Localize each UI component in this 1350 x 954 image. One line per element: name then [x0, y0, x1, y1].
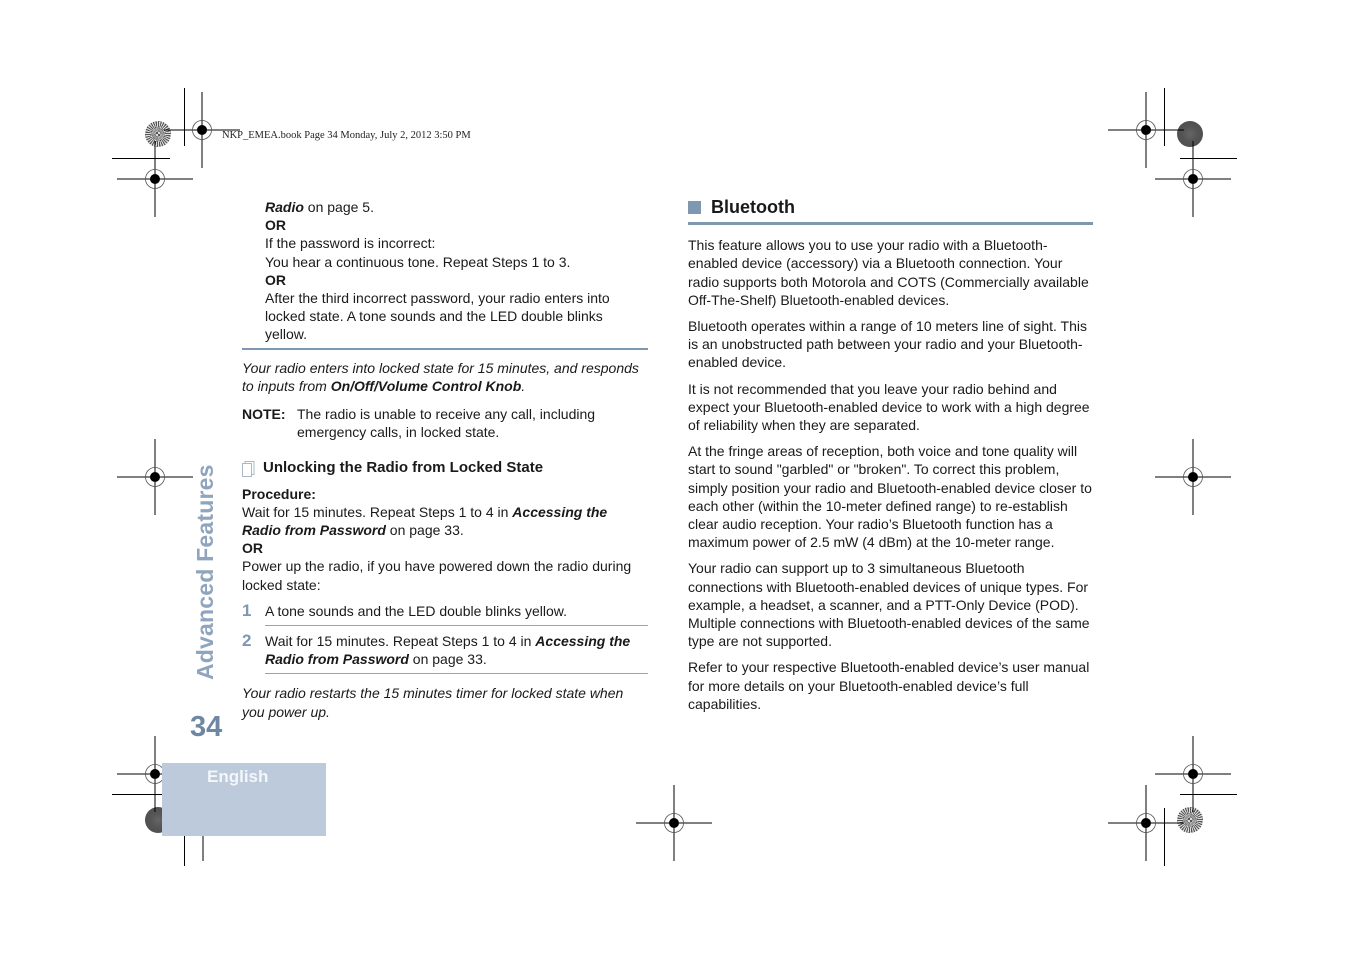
body-paragraph: Bluetooth operates within a range of 10 …: [688, 318, 1087, 371]
note-text: The radio is unable to receive any call,…: [297, 406, 596, 441]
continuation-line: Radio on page 5.: [265, 198, 648, 216]
page-reference-link[interactable]: Radio: [265, 199, 304, 215]
continuation-text: on page 5.: [303, 199, 374, 215]
print-header: NKP_EMEA.book Page 34 Monday, July 2, 20…: [222, 130, 471, 141]
procedure-label: Procedure:: [242, 485, 316, 502]
left-column: Radio on page 5. OR If the password is i…: [242, 198, 648, 721]
locked-note-end: .: [521, 377, 526, 394]
chapter-title: Advanced Features: [192, 464, 218, 680]
registration-target-icon: [116, 438, 194, 516]
restart-note: Your radio restarts the 15 minutes timer…: [242, 685, 624, 720]
body-paragraph: Your radio can support up to 3 simultane…: [688, 560, 1090, 650]
registration-target-icon: [1107, 784, 1185, 862]
wait-text: Wait for 15 minutes. Repeat Steps 1 to 4…: [242, 503, 513, 520]
body-paragraph: This feature allows you to use your radi…: [688, 237, 1089, 308]
body-paragraph: It is not recommended that you leave you…: [688, 380, 1090, 434]
language-label: English: [207, 767, 269, 786]
step-text-start: Wait for 15 minutes. Repeat Steps 1 to 4…: [265, 633, 536, 650]
or-label: OR: [265, 217, 286, 234]
or-label: OR: [242, 540, 263, 557]
incorrect-label: If the password is incorrect:: [265, 235, 436, 252]
power-up-text: Power up the radio, if you have powered …: [242, 558, 632, 593]
section-bullet-icon: [688, 200, 701, 214]
step-number: 2: [242, 631, 252, 651]
body-paragraph: Refer to your respective Bluetooth-enabl…: [688, 659, 1090, 712]
subsection-title: Unlocking the Radio from Locked State: [263, 459, 544, 477]
registration-target-icon: [1154, 438, 1232, 516]
incorrect-text: You hear a continuous tone. Repeat Steps…: [265, 253, 571, 270]
or-label: OR: [265, 271, 286, 288]
page-number: 34: [190, 711, 223, 743]
step-text-end: on page 33.: [408, 651, 487, 668]
procedure-step: 1 A tone sounds and the LED double blink…: [242, 600, 648, 627]
procedure-wait-text: Wait for 15 minutes. Repeat Steps 1 to 4…: [242, 503, 648, 539]
registration-target-icon: [1107, 91, 1185, 169]
wait-text-end: on page 33.: [385, 522, 464, 539]
registration-target-icon: [116, 140, 194, 218]
registration-target-icon: [1154, 735, 1232, 813]
registration-target-icon: [1154, 140, 1232, 218]
right-column: Bluetooth This feature allows you to use…: [688, 198, 1093, 721]
note-label: NOTE:: [242, 406, 286, 423]
procedure-page-icon: [242, 461, 255, 478]
language-tab: English: [162, 763, 326, 836]
procedure-step: 2 Wait for 15 minutes. Repeat Steps 1 to…: [242, 631, 648, 675]
body-paragraph: At the fringe areas of reception, both v…: [688, 443, 1092, 551]
previous-step-continuation: Radio on page 5. OR If the password is i…: [242, 198, 648, 350]
locked-state-note: Your radio enters into locked state for …: [242, 359, 648, 395]
section-heading: Bluetooth: [688, 197, 1093, 226]
step-number: 1: [242, 600, 252, 620]
registration-target-icon: [635, 784, 713, 862]
control-knob-name: On/Off/Volume Control Knob: [330, 377, 522, 394]
subsection-heading: Unlocking the Radio from Locked State: [242, 459, 648, 478]
third-attempt-text: After the third incorrect password, your…: [265, 290, 610, 343]
note-block: NOTE: The radio is unable to receive any…: [242, 405, 648, 441]
section-title: Bluetooth: [711, 197, 795, 217]
step-text: A tone sounds and the LED double blinks …: [265, 602, 648, 627]
step-text: Wait for 15 minutes. Repeat Steps 1 to 4…: [265, 632, 648, 675]
